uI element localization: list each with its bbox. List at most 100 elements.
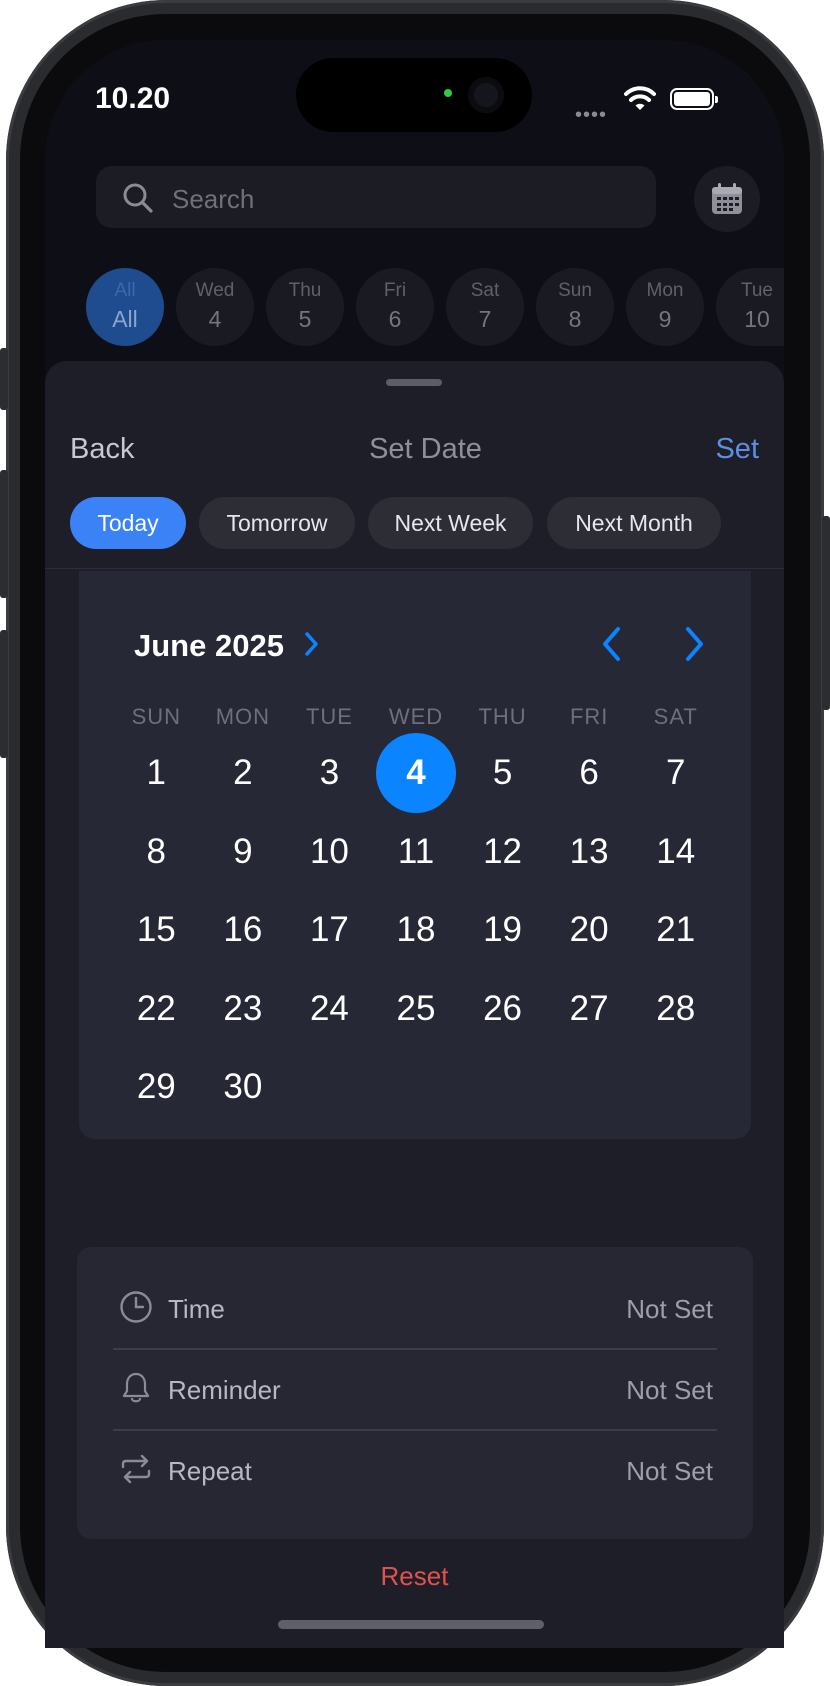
day-chip-number: 6 bbox=[388, 306, 402, 332]
day-chip-label: Tue bbox=[740, 280, 774, 301]
calendar-day[interactable]: 7 bbox=[636, 733, 716, 813]
calendar-day[interactable]: 28 bbox=[636, 969, 716, 1049]
calendar-day[interactable]: 11 bbox=[376, 812, 456, 892]
repeat-icon bbox=[121, 1454, 151, 1484]
day-chip-wed[interactable]: Wed 4 bbox=[176, 268, 254, 346]
search-icon bbox=[123, 183, 153, 213]
chevron-right-icon[interactable] bbox=[301, 629, 323, 659]
volume-up-button bbox=[0, 470, 8, 598]
weekday-label: SAT bbox=[653, 704, 698, 729]
day-chip-number: All bbox=[112, 306, 138, 332]
calendar-day[interactable]: 18 bbox=[376, 890, 456, 970]
sheet-title: Set Date bbox=[369, 433, 482, 465]
sheet-grabber[interactable] bbox=[386, 379, 442, 386]
calendar-day[interactable]: 6 bbox=[549, 733, 629, 813]
calendar-button[interactable] bbox=[694, 166, 760, 232]
weekday-label: MON bbox=[215, 704, 271, 729]
repeat-label: Repeat bbox=[168, 1456, 252, 1486]
calendar-day[interactable]: 8 bbox=[116, 812, 196, 892]
weekday-label: TUE bbox=[305, 704, 353, 729]
status-time: 10.20 bbox=[95, 82, 171, 115]
calendar-day[interactable]: 15 bbox=[116, 890, 196, 970]
day-chip-number: 10 bbox=[744, 306, 770, 332]
quick-tomorrow-button[interactable]: Tomorrow bbox=[199, 497, 355, 549]
quick-next-month-button[interactable]: Next Month bbox=[547, 497, 721, 549]
time-row[interactable]: Time Not Set bbox=[113, 1267, 717, 1348]
repeat-value: Not Set bbox=[626, 1456, 713, 1486]
day-chip-tue[interactable]: Tue 10 bbox=[716, 268, 784, 346]
calendar-day[interactable]: 14 bbox=[636, 812, 716, 892]
quick-next-week-button[interactable]: Next Week bbox=[368, 497, 533, 549]
calendar-day[interactable]: 17 bbox=[289, 890, 369, 970]
day-chip-label: Fri bbox=[383, 280, 407, 301]
day-chip-thu[interactable]: Thu 5 bbox=[266, 268, 344, 346]
day-chip-label: Sun bbox=[558, 280, 592, 301]
day-chip-label: Thu bbox=[288, 280, 322, 301]
search-input[interactable]: Search bbox=[172, 184, 254, 215]
reminder-row[interactable]: Reminder Not Set bbox=[113, 1348, 717, 1429]
home-indicator[interactable] bbox=[278, 1620, 544, 1629]
day-chip-sun[interactable]: Sun 8 bbox=[536, 268, 614, 346]
calendar-day[interactable]: 10 bbox=[289, 812, 369, 892]
calendar-day[interactable]: 30 bbox=[203, 1047, 283, 1127]
day-chip-number: 9 bbox=[658, 306, 672, 332]
day-chip-fri[interactable]: Fri 6 bbox=[356, 268, 434, 346]
day-chip-number: 5 bbox=[298, 306, 312, 332]
day-chip-mon[interactable]: Mon 9 bbox=[626, 268, 704, 346]
calendar-day[interactable]: 24 bbox=[289, 969, 369, 1049]
day-chip-label: All bbox=[114, 280, 136, 301]
power-button bbox=[822, 516, 830, 710]
repeat-row[interactable]: Repeat Not Set bbox=[113, 1429, 717, 1510]
calendar-day[interactable]: 5 bbox=[463, 733, 543, 813]
calendar-day[interactable]: 26 bbox=[463, 969, 543, 1049]
dynamic-island bbox=[296, 58, 532, 132]
calendar-day[interactable]: 1 bbox=[116, 733, 196, 813]
calendar-day[interactable]: 27 bbox=[549, 969, 629, 1049]
weekday-header: SUN MON TUE WED THU FRI SAT bbox=[113, 704, 719, 730]
calendar-day[interactable]: 3 bbox=[289, 733, 369, 813]
calendar-day[interactable]: 22 bbox=[116, 969, 196, 1049]
day-chip-number: 7 bbox=[478, 306, 492, 332]
day-chip-number: 4 bbox=[208, 306, 222, 332]
calendar-day[interactable]: 20 bbox=[549, 890, 629, 970]
search-bar[interactable]: Search bbox=[96, 166, 656, 228]
camera-icon bbox=[468, 77, 504, 113]
calendar-day[interactable]: 9 bbox=[203, 812, 283, 892]
reminder-label: Reminder bbox=[168, 1375, 281, 1405]
calendar-day[interactable]: 25 bbox=[376, 969, 456, 1049]
reset-button[interactable]: Reset bbox=[45, 1561, 784, 1592]
calendar-icon bbox=[712, 183, 742, 214]
calendar-day[interactable]: 19 bbox=[463, 890, 543, 970]
weekday-label: THU bbox=[478, 704, 527, 729]
calendar-day[interactable]: 13 bbox=[549, 812, 629, 892]
calendar-day-selected[interactable]: 4 bbox=[376, 733, 456, 813]
time-value: Not Set bbox=[626, 1294, 713, 1324]
calendar-day[interactable]: 29 bbox=[116, 1047, 196, 1127]
day-chip-all[interactable]: All All bbox=[86, 268, 164, 346]
day-chip-label: Mon bbox=[646, 280, 684, 301]
weekday-label: FRI bbox=[569, 704, 609, 729]
weekday-label: SUN bbox=[131, 704, 182, 729]
set-button[interactable]: Set bbox=[715, 433, 759, 466]
wifi-icon bbox=[624, 86, 656, 110]
privacy-indicator-icon bbox=[444, 89, 452, 97]
divider bbox=[45, 568, 784, 569]
calendar-day[interactable]: 23 bbox=[203, 969, 283, 1049]
calendar-day[interactable]: 2 bbox=[203, 733, 283, 813]
volume-down-button bbox=[0, 630, 8, 758]
date-picker-sheet: Back Set Date Set Today Tomorrow Next We… bbox=[45, 361, 784, 1648]
quick-today-button[interactable]: Today bbox=[70, 497, 186, 549]
day-chip-sat[interactable]: Sat 7 bbox=[446, 268, 524, 346]
mute-switch bbox=[0, 348, 8, 410]
month-label[interactable]: June 2025 bbox=[134, 628, 284, 664]
battery-icon bbox=[670, 88, 718, 110]
signal-icon: •••• bbox=[575, 104, 608, 126]
calendar-day[interactable]: 21 bbox=[636, 890, 716, 970]
next-month-button[interactable] bbox=[676, 624, 712, 664]
clock-icon bbox=[120, 1291, 152, 1323]
day-chip-number: 8 bbox=[568, 306, 582, 332]
weekday-label: WED bbox=[388, 704, 444, 729]
calendar-day[interactable]: 12 bbox=[463, 812, 543, 892]
calendar-day[interactable]: 16 bbox=[203, 890, 283, 970]
previous-month-button[interactable] bbox=[594, 624, 630, 664]
